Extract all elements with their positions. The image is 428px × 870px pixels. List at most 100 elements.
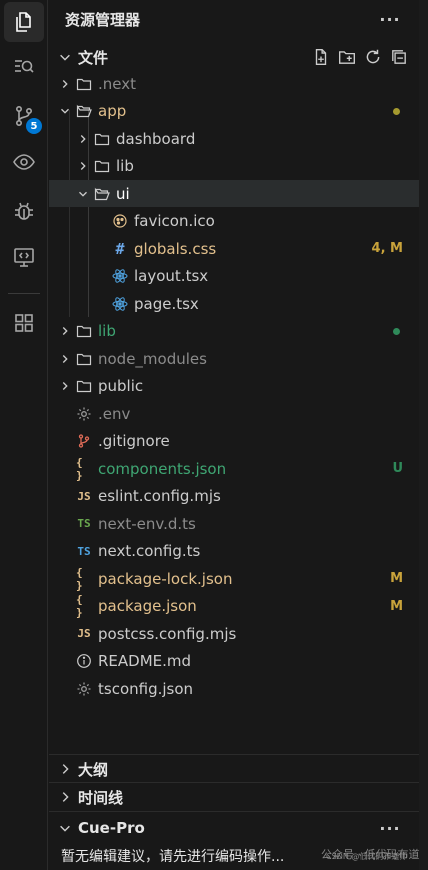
tree-item-label: ui — [116, 184, 130, 203]
tree-folder-row[interactable]: dashboard — [49, 125, 419, 152]
json-icon: { } — [76, 593, 83, 619]
tree-item-label: node_modules — [98, 349, 207, 368]
tree-file-row[interactable]: TS next-env.d.ts — [49, 510, 419, 537]
eye-activity-item[interactable] — [4, 142, 44, 182]
folder-icon — [76, 351, 92, 367]
tree-item-label: lib — [98, 322, 116, 340]
typescript-icon: TS — [77, 544, 91, 558]
chevron-right-icon — [62, 764, 69, 774]
tree-folder-row[interactable]: public — [49, 373, 419, 400]
folder-icon — [76, 76, 92, 92]
extensions-icon — [15, 314, 33, 332]
chevron-right-icon — [62, 354, 68, 363]
tree-item-label: app — [98, 102, 127, 120]
tree-folder-row[interactable]: .next — [49, 70, 419, 97]
new-file-icon — [315, 49, 327, 65]
source-control-badge: 5 — [26, 118, 42, 134]
new-file-button[interactable] — [311, 47, 331, 67]
tree-item-label: .env — [98, 404, 131, 423]
timeline-title: 时间线 — [78, 788, 124, 807]
tree-item-label: package-lock.json — [98, 569, 233, 588]
tree-folder-row[interactable]: lib — [49, 153, 419, 180]
tree-item-label: layout.tsx — [134, 267, 209, 285]
tree-folder-row[interactable]: lib — [49, 318, 419, 345]
git-status-badge: U — [392, 461, 403, 476]
folder-open-icon — [76, 103, 92, 119]
tree-item-label: tsconfig.json — [98, 679, 194, 698]
tree-item-label: page.tsx — [134, 294, 199, 313]
javascript-icon: JS — [77, 489, 91, 503]
tree-file-row[interactable]: TS next.config.ts — [49, 538, 419, 565]
search-icon — [15, 60, 34, 73]
cue-pro-more-icon[interactable]: ··· — [379, 817, 401, 839]
tree-item-label: next-env.d.ts — [98, 514, 196, 533]
json-icon: { } — [76, 455, 83, 482]
source-control-activity-item[interactable]: 5 — [4, 96, 44, 136]
debug-icon — [15, 202, 33, 220]
sidebar-scrollbar[interactable] — [419, 0, 428, 870]
tree-file-row[interactable]: .gitignore — [49, 428, 419, 455]
explorer-activity-item[interactable] — [4, 2, 44, 42]
json-icon: { } — [76, 565, 83, 592]
outline-section-header[interactable]: 大纲 — [49, 755, 419, 783]
cue-pro-section-header[interactable]: Cue-Pro ··· — [49, 814, 419, 842]
git-icon — [76, 433, 92, 449]
remote-explorer-activity-item[interactable] — [4, 237, 44, 277]
tree-file-row[interactable]: favicon.ico — [49, 208, 419, 235]
tree-folder-row[interactable]: ui — [49, 180, 419, 207]
tree-file-row[interactable]: layout.tsx — [49, 263, 419, 290]
chevron-down-icon — [61, 108, 69, 114]
tree-item-label: favicon.ico — [134, 212, 215, 230]
collapse-all-icon — [392, 50, 406, 64]
refresh-button[interactable] — [363, 47, 383, 67]
new-folder-icon — [339, 51, 355, 64]
tree-folder-row[interactable]: node_modules — [49, 345, 419, 372]
collapse-all-button[interactable] — [389, 47, 409, 67]
files-icon — [16, 12, 31, 32]
folder-icon — [94, 158, 110, 174]
activity-bar: 5 — [0, 0, 48, 870]
search-activity-item[interactable] — [4, 47, 44, 87]
explorer-title: 资源管理器 — [65, 10, 141, 29]
explorer-sidebar: 资源管理器 ··· 文件 .next app dashboard lib ui favic… — [49, 0, 428, 870]
settings-gear-icon — [76, 681, 92, 697]
folder-section-header[interactable]: 文件 — [49, 43, 419, 71]
tree-folder-row[interactable]: app — [49, 98, 419, 125]
chevron-down-icon — [79, 191, 87, 197]
info-icon — [76, 653, 92, 669]
tree-file-row[interactable]: README.md — [49, 648, 419, 675]
outline-title: 大纲 — [78, 760, 109, 779]
new-folder-button[interactable] — [337, 47, 357, 67]
tree-file-row[interactable]: # globals.css 4, M — [49, 235, 419, 262]
tree-item-label: README.md — [98, 652, 192, 670]
tree-item-label: lib — [116, 157, 134, 175]
settings-gear-icon — [76, 406, 92, 422]
tree-file-row[interactable]: { } package-lock.json M — [49, 565, 419, 592]
tree-file-row[interactable]: JS eslint.config.mjs — [49, 483, 419, 510]
explorer-header-actions — [311, 43, 409, 71]
extensions-activity-item[interactable] — [4, 303, 44, 343]
tree-file-row[interactable]: tsconfig.json — [49, 675, 419, 702]
react-icon — [112, 296, 128, 312]
tree-file-row[interactable]: JS postcss.config.mjs — [49, 620, 419, 647]
tree-item-label: package.json — [98, 597, 197, 615]
cue-pro-title: Cue-Pro — [78, 819, 145, 837]
debug-activity-item[interactable] — [4, 191, 44, 231]
cue-pro-message: 暂无编辑建议，请先进行编码操作... — [61, 849, 285, 865]
tree-item-label: next.config.ts — [98, 542, 201, 560]
favicon-icon — [112, 213, 128, 229]
more-actions-icon[interactable]: ··· — [379, 8, 401, 30]
timeline-section-header[interactable]: 时间线 — [49, 783, 419, 811]
tree-file-row[interactable]: { } components.json U — [49, 455, 419, 482]
refresh-icon — [366, 49, 380, 64]
tree-item-label: postcss.config.mjs — [98, 624, 237, 643]
tree-file-row[interactable]: .env — [49, 400, 419, 427]
folder-icon — [94, 131, 110, 147]
tree-file-row[interactable]: { } package.json M — [49, 593, 419, 620]
tree-file-row[interactable]: page.tsx — [49, 290, 419, 317]
cue-pro-divider — [49, 811, 419, 812]
git-status-dot — [393, 327, 400, 335]
chevron-down-icon — [60, 825, 70, 832]
folder-open-icon — [94, 186, 110, 202]
css-icon: # — [115, 239, 125, 258]
